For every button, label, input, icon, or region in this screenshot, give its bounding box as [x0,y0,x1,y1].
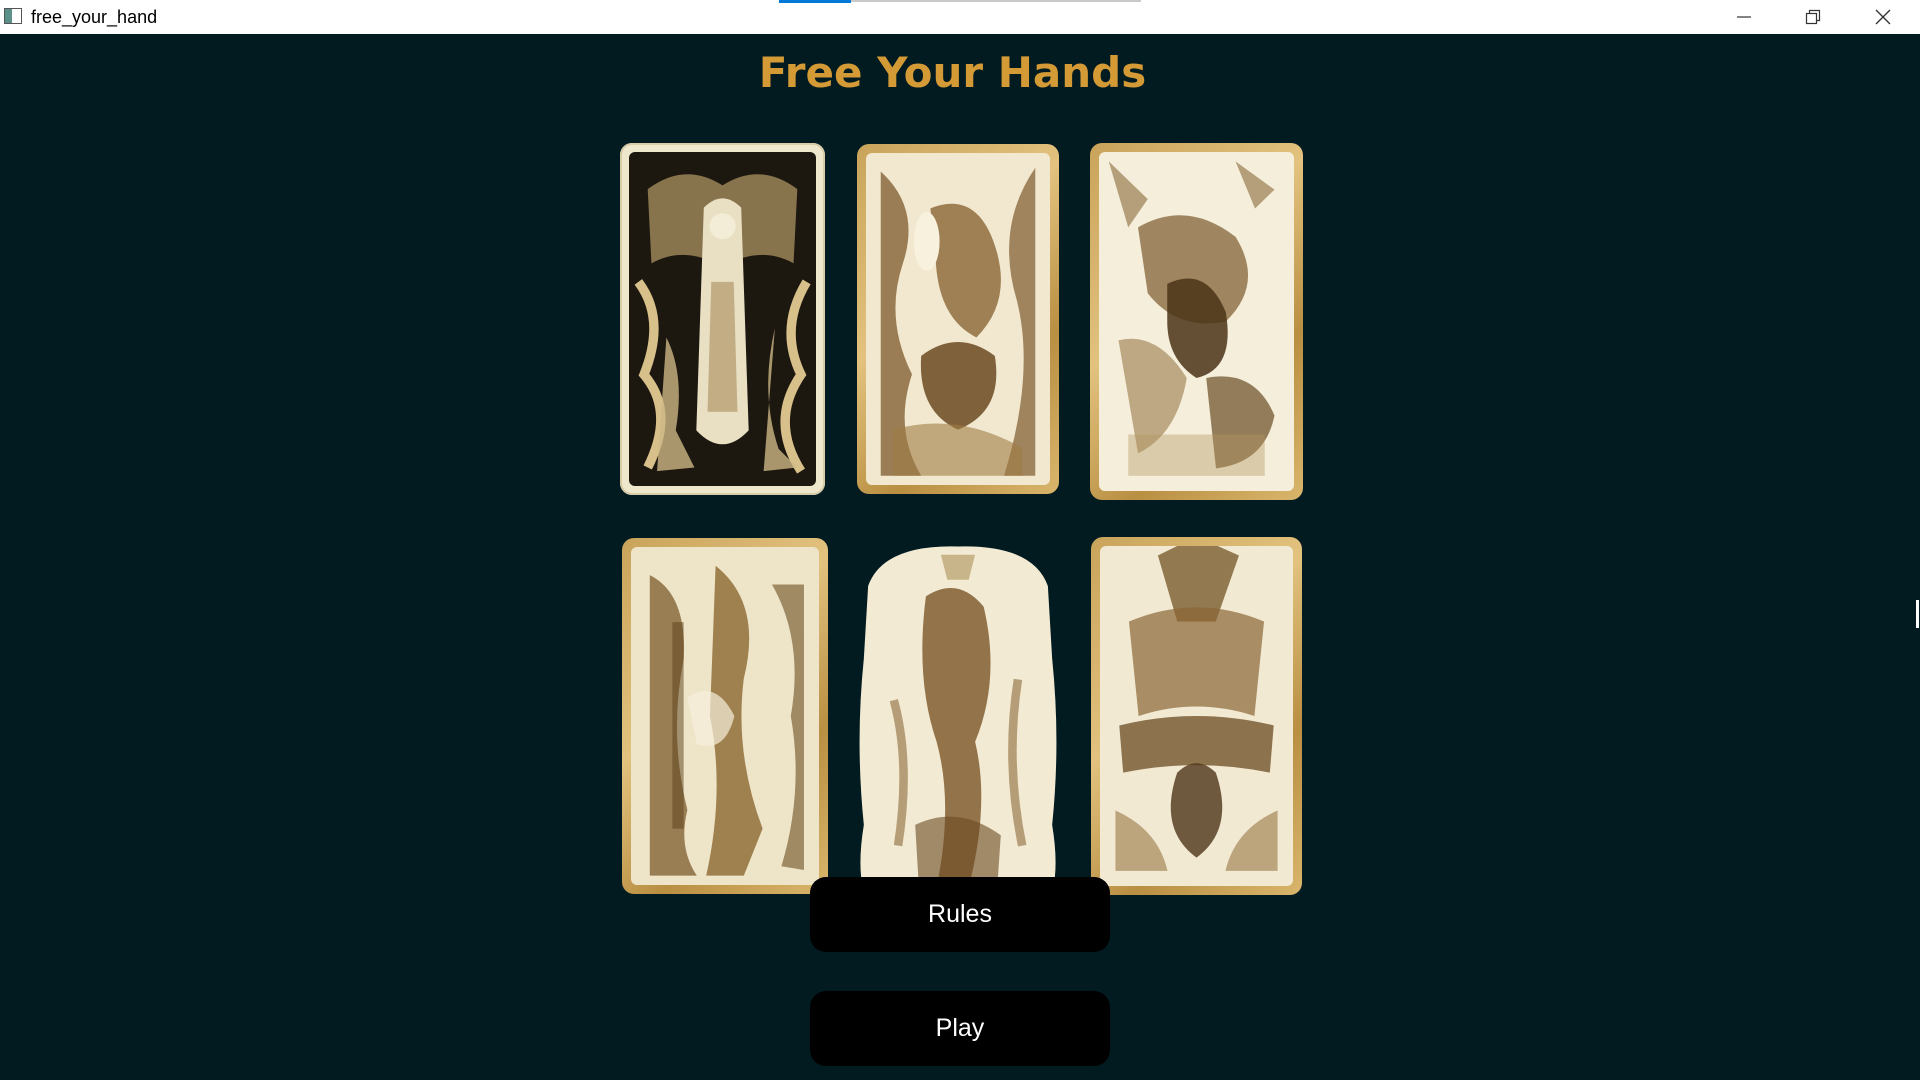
app-window: Free Your Hands Rules Play [0,34,1920,1080]
window-title: free_your_hand [31,7,158,27]
restore-icon [1805,9,1821,25]
maximize-button[interactable] [1778,0,1848,34]
tarot-card-3[interactable] [1090,143,1303,500]
screen: free_your_hand Free Your Hands Rules Pla… [0,0,1920,1080]
tarot-card-4[interactable] [622,538,828,894]
card-artwork [631,547,819,885]
rules-button[interactable]: Rules [810,877,1110,952]
tarot-card-6[interactable] [1091,537,1302,895]
titlebar-track [851,0,1141,2]
app-icon [4,8,22,24]
close-icon [1875,9,1891,25]
window-edge-marker [1916,600,1919,628]
tarot-card-2[interactable] [857,144,1059,494]
card-artwork [1099,152,1294,491]
card-artwork [1100,546,1293,886]
card-artwork [629,152,816,486]
play-button[interactable]: Play [810,991,1110,1066]
titlebar-accent [779,0,851,3]
app-title: Free Your Hands [758,48,1147,97]
window-titlebar[interactable]: free_your_hand [0,0,1920,34]
tarot-card-1[interactable] [620,143,825,495]
minimize-icon [1737,16,1751,18]
minimize-button[interactable] [1709,0,1779,34]
close-button[interactable] [1848,0,1918,34]
card-artwork [851,534,1065,908]
tarot-card-5[interactable] [851,534,1065,908]
card-artwork [866,153,1050,485]
